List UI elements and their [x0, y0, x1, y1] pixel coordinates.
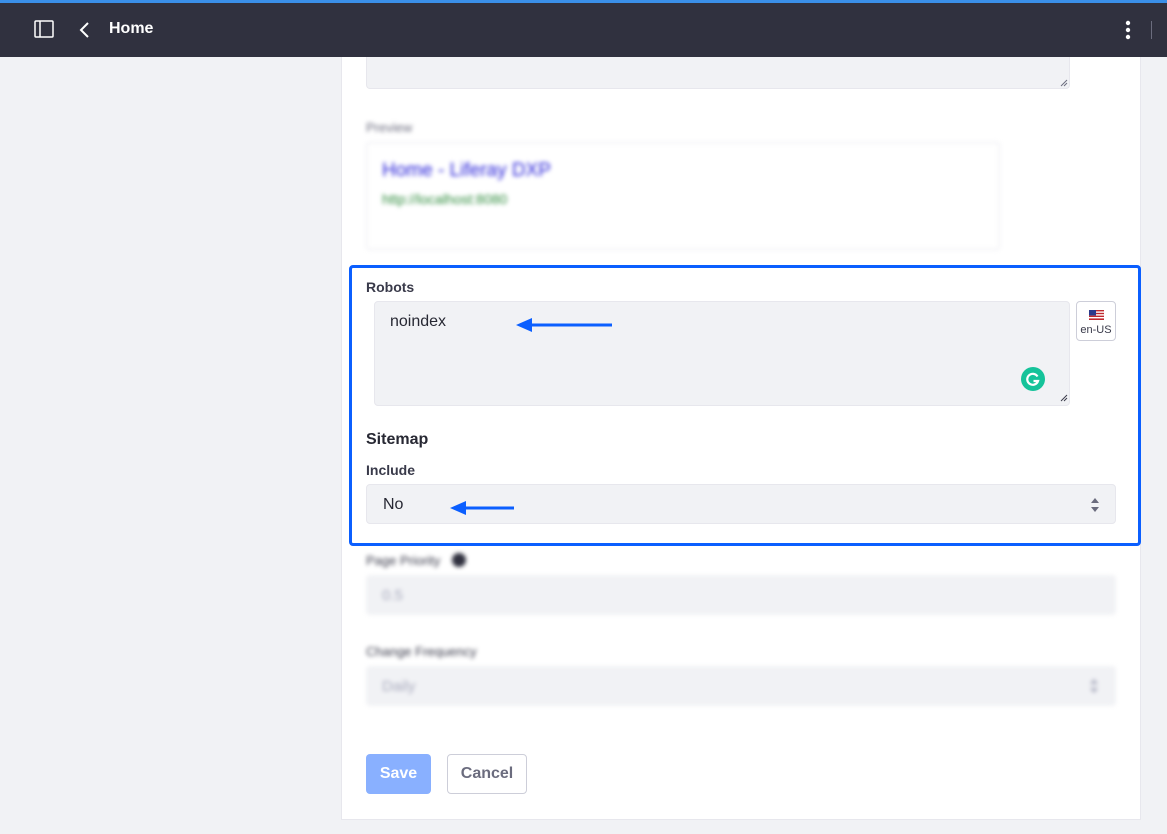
page-priority-value: 0.5	[382, 587, 403, 604]
select-caret-icon	[1091, 498, 1099, 512]
description-textarea[interactable]	[366, 57, 1070, 89]
annotation-arrow-icon	[450, 501, 514, 515]
header-separator	[1151, 21, 1152, 39]
options-kebab-icon[interactable]	[1120, 19, 1136, 41]
preview-label: Preview	[366, 120, 413, 135]
include-label: Include	[366, 462, 416, 478]
robots-label: Robots	[366, 279, 415, 295]
language-selector-button[interactable]: en-US	[1076, 301, 1116, 341]
save-button[interactable]: Save	[366, 754, 431, 794]
change-frequency-value: Daily	[382, 678, 416, 695]
robots-value: noindex	[390, 313, 447, 330]
page-title: Home	[109, 20, 154, 37]
select-caret-icon	[1090, 679, 1098, 693]
back-icon[interactable]	[78, 21, 92, 39]
page-priority-input[interactable]: 0.5	[366, 575, 1116, 615]
include-value: No	[383, 496, 404, 513]
control-menu: Home	[0, 3, 1167, 57]
change-frequency-select[interactable]: Daily	[366, 666, 1116, 706]
page-priority-label: Page Priority	[366, 553, 441, 568]
grammarly-icon[interactable]	[1021, 367, 1045, 391]
change-frequency-label: Change Frequency	[366, 644, 477, 659]
resize-handle-icon[interactable]	[1060, 394, 1068, 402]
preview-url: http://localhost:8080	[382, 191, 508, 207]
preview-title: Home - Liferay DXP	[382, 160, 551, 181]
sitemap-heading: Sitemap	[366, 431, 429, 448]
cancel-button[interactable]: Cancel	[447, 754, 527, 794]
annotation-arrow-icon	[516, 318, 612, 332]
us-flag-icon	[1089, 310, 1104, 320]
resize-handle-icon[interactable]	[1060, 79, 1068, 87]
robots-textarea[interactable]	[374, 301, 1070, 406]
product-menu-icon[interactable]	[34, 20, 54, 38]
help-icon[interactable]	[452, 553, 466, 567]
language-code: en-US	[1080, 324, 1112, 336]
